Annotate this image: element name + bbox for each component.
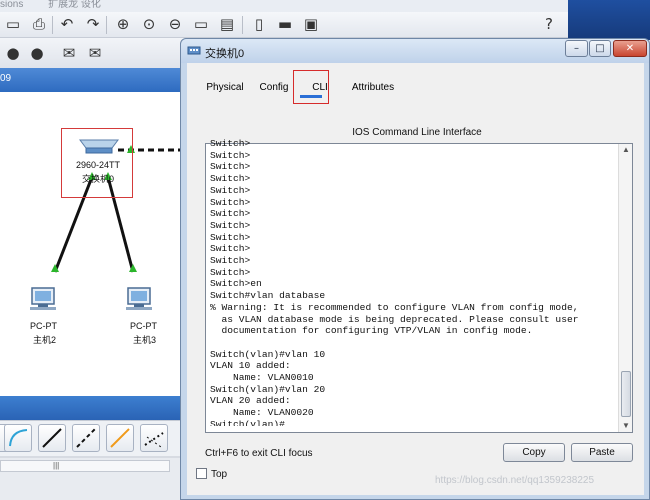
dialog-titlebar[interactable]: 交换机0 – □ ✕ bbox=[181, 39, 649, 63]
zoom-in-icon[interactable]: ⊕ bbox=[114, 15, 132, 33]
cli-vertical-scrollbar[interactable]: ▲ ▼ bbox=[618, 144, 632, 432]
scroll-thumb[interactable] bbox=[621, 371, 631, 417]
cli-line: Switch>en bbox=[210, 278, 262, 290]
switch-model-label: 2960-24TT bbox=[76, 160, 121, 170]
cli-line: Switch(vlan)# bbox=[210, 418, 285, 426]
scroll-grip: ||| bbox=[53, 461, 60, 470]
tab-cli-highlight bbox=[293, 70, 329, 104]
cli-line: Switch> bbox=[210, 255, 251, 267]
cli-line: Switch> bbox=[210, 231, 251, 243]
add-complex-pdu-icon[interactable]: ✉ bbox=[86, 44, 104, 62]
cli-line: Switch> bbox=[210, 184, 251, 196]
straight-cable-icon[interactable] bbox=[38, 424, 66, 452]
cli-line: Name: VLAN0010 bbox=[210, 372, 314, 384]
menu-item-extensions[interactable]: sions bbox=[0, 0, 23, 10]
cli-line: Switch> bbox=[210, 149, 251, 161]
menu-bar: sions 扩展龙 设化 bbox=[0, 0, 650, 12]
select-icon[interactable]: ● bbox=[4, 44, 22, 62]
cli-header: IOS Command Line Interface bbox=[352, 127, 482, 138]
switch-icon bbox=[187, 46, 201, 55]
phone-cable-icon[interactable] bbox=[140, 424, 168, 452]
cli-output[interactable]: Switch> Switch> Switch> Switch> Switch> Switc… bbox=[210, 138, 614, 426]
horizontal-scrollbar[interactable]: ||| bbox=[0, 460, 170, 472]
cli-line: VLAN 20 added: bbox=[210, 395, 291, 407]
pc3-model-label: PC-PT bbox=[130, 321, 157, 331]
cli-line: Switch> bbox=[210, 138, 251, 149]
watermark: https://blog.csdn.net/qq1359238225 bbox=[435, 475, 595, 486]
device-category-bar bbox=[0, 396, 185, 420]
cli-line: Switch> bbox=[210, 208, 251, 220]
device-scroll-area: ||| bbox=[0, 458, 185, 500]
tab-config[interactable]: Config bbox=[257, 73, 291, 99]
logical-bar: 09 bbox=[0, 68, 185, 92]
zoom-reset-icon[interactable]: ⊙ bbox=[140, 15, 158, 33]
cli-focus-hint: Ctrl+F6 to exit CLI focus bbox=[205, 448, 313, 459]
secondary-toolbar: ● ● ✉ ✉ bbox=[0, 38, 185, 68]
pc-icon bbox=[30, 287, 56, 310]
pc2-name-label: 主机2 bbox=[33, 335, 57, 345]
save-icon[interactable]: ▭ bbox=[4, 15, 22, 33]
main-toolbar: ▭ ⎙ ↶ ↷ ⊕ ⊙ ⊖ ▭ ▤ ▯ ▬ ▣ ? bbox=[0, 12, 650, 38]
tab-cli-indicator bbox=[300, 95, 322, 98]
notes-icon[interactable]: ▯ bbox=[250, 15, 268, 33]
paste-button[interactable]: Paste bbox=[571, 443, 633, 462]
cli-line: Switch> bbox=[210, 173, 251, 185]
palette-icon[interactable]: ▭ bbox=[192, 15, 210, 33]
copy-button[interactable]: Copy bbox=[503, 443, 565, 462]
fiber-cable-icon[interactable] bbox=[106, 424, 134, 452]
help-icon[interactable]: ? bbox=[540, 15, 558, 33]
cli-terminal[interactable]: Switch> Switch> Switch> Switch> Switch> Switc… bbox=[205, 138, 633, 433]
switch-name-label: 交换机0 bbox=[82, 174, 115, 184]
inspect-icon[interactable]: ● bbox=[28, 44, 46, 62]
crossover-cable-icon[interactable] bbox=[72, 424, 100, 452]
viewport-icon[interactable]: ▬ bbox=[276, 15, 294, 33]
cli-line: Switch> bbox=[210, 219, 251, 231]
cli-line: Switch> bbox=[210, 196, 251, 208]
dialog-title: 交换机0 bbox=[205, 48, 245, 60]
cli-line bbox=[210, 337, 614, 349]
top-checkbox-label: Top bbox=[211, 469, 228, 480]
tab-attributes[interactable]: Attributes bbox=[347, 73, 399, 99]
cli-line: Switch> bbox=[210, 161, 251, 173]
tab-physical[interactable]: Physical bbox=[205, 73, 245, 99]
cli-line: Switch(vlan)#vlan 10 bbox=[210, 348, 326, 360]
close-button[interactable]: ✕ bbox=[613, 40, 647, 57]
taskbar-corner bbox=[568, 0, 650, 40]
cli-line: as VLAN database mode is being deprecate… bbox=[210, 313, 579, 325]
pc2-model-label: PC-PT bbox=[30, 321, 57, 331]
scroll-up-icon[interactable]: ▲ bbox=[619, 144, 633, 156]
menu-item-extra[interactable]: 扩展龙 设化 bbox=[48, 0, 101, 10]
minimize-button[interactable]: – bbox=[565, 40, 588, 57]
cli-line: Switch> bbox=[210, 243, 251, 255]
zoom-out-icon[interactable]: ⊖ bbox=[166, 15, 184, 33]
cli-line: Name: VLAN0020 bbox=[210, 407, 314, 419]
print-icon[interactable]: ⎙ bbox=[30, 15, 48, 33]
switch-dialog: 交换机0 – □ ✕ Physical Config CLI Attribute… bbox=[180, 38, 650, 500]
cli-line: Switch#vlan database bbox=[210, 290, 326, 302]
scroll-down-icon[interactable]: ▼ bbox=[619, 420, 633, 432]
logical-bar-text: 09 bbox=[0, 73, 12, 84]
dialog-body: Physical Config CLI Attributes IOS Comma… bbox=[187, 63, 644, 495]
maximize-button[interactable]: □ bbox=[589, 40, 611, 57]
cli-line: Switch> bbox=[210, 266, 251, 278]
redo-icon[interactable]: ↷ bbox=[84, 15, 102, 33]
cli-line: Switch(vlan)#vlan 20 bbox=[210, 383, 326, 395]
cli-line: % Warning: It is recommended to configur… bbox=[210, 301, 579, 313]
top-checkbox[interactable] bbox=[196, 468, 207, 479]
custom-device-icon[interactable]: ▤ bbox=[218, 15, 236, 33]
add-pdu-icon[interactable]: ✉ bbox=[60, 44, 78, 62]
topology-workspace[interactable]: 2960-24TT 交换机0 PC-PT 主机2 PC-PT 主机3 bbox=[0, 92, 185, 396]
cli-line: VLAN 10 added: bbox=[210, 360, 291, 372]
pc-icon bbox=[126, 287, 152, 310]
console-cable-icon[interactable] bbox=[4, 424, 32, 452]
connection-tray bbox=[0, 420, 185, 456]
pc3-name-label: 主机3 bbox=[133, 335, 157, 345]
image-icon[interactable]: ▣ bbox=[302, 15, 320, 33]
undo-icon[interactable]: ↶ bbox=[58, 15, 76, 33]
cli-line: documentation for configuring VTP/VLAN i… bbox=[210, 325, 533, 337]
